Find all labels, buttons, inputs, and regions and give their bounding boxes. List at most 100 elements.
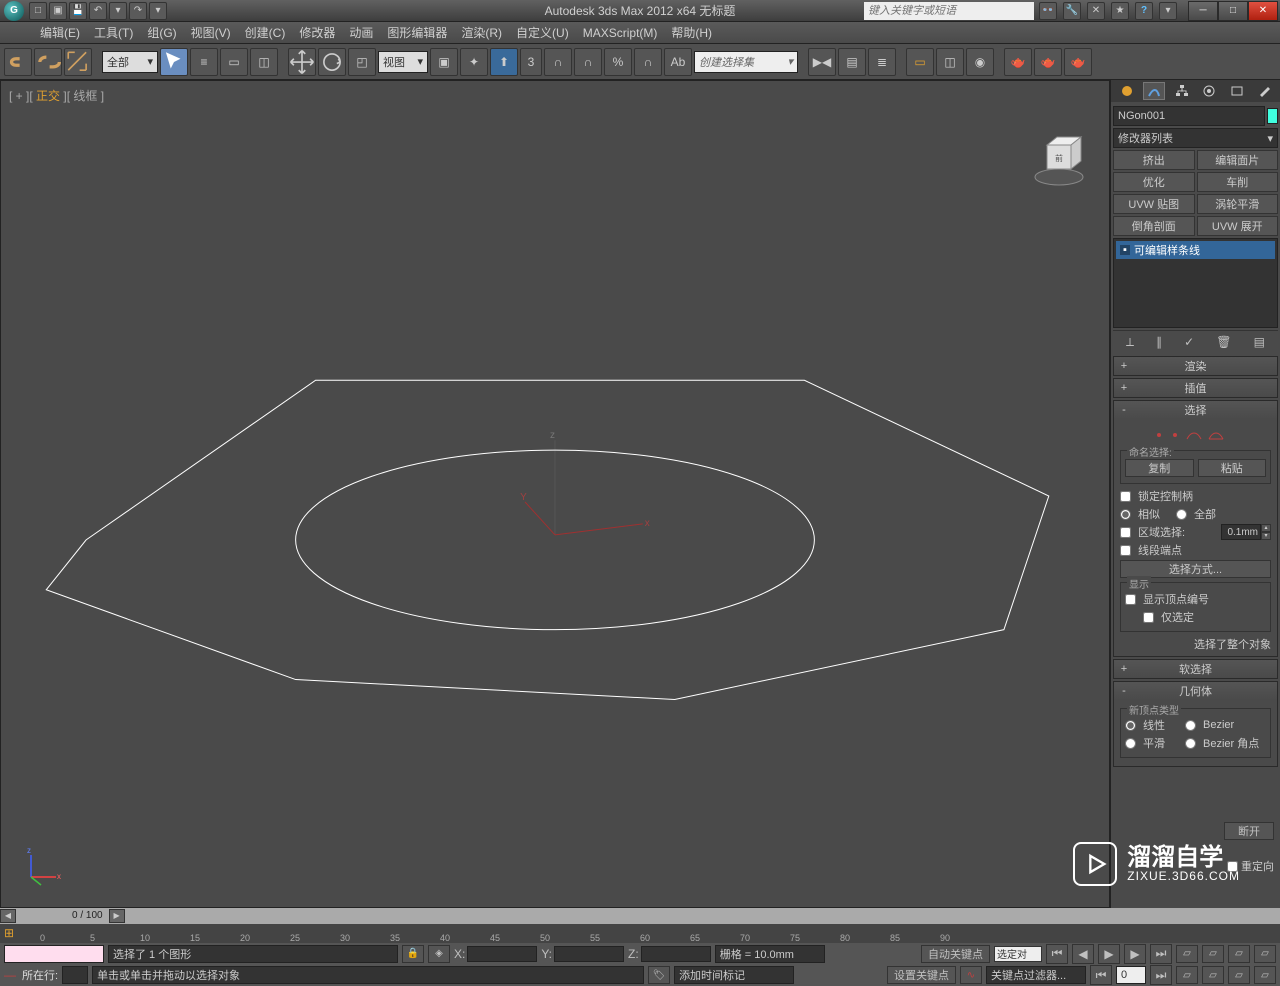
x-input[interactable] xyxy=(467,946,537,962)
open-icon[interactable]: ▣ xyxy=(49,2,67,20)
manipulate-icon[interactable]: ✦ xyxy=(460,48,488,76)
goto-end-icon[interactable]: ⏭ xyxy=(1150,944,1172,964)
binoculars-icon[interactable]: 👓 xyxy=(1039,2,1057,20)
link-icon[interactable] xyxy=(4,48,32,76)
menu-tools[interactable]: 工具(T) xyxy=(94,24,133,41)
mod-extrude[interactable]: 挤出 xyxy=(1113,150,1195,170)
close-button[interactable]: ✕ xyxy=(1248,1,1278,21)
prev-frame-icon[interactable]: ◀ xyxy=(1072,944,1094,964)
mod-editpatch[interactable]: 编辑面片 xyxy=(1197,150,1279,170)
nav-7-icon[interactable]: ▱ xyxy=(1228,966,1250,984)
add-time-marker[interactable]: 添加时间标记 xyxy=(674,966,794,984)
percent-snap-icon[interactable]: % xyxy=(604,48,632,76)
app-icon[interactable]: G xyxy=(4,1,24,21)
y-input[interactable] xyxy=(554,946,624,962)
script-listener[interactable] xyxy=(4,945,104,963)
maximize-button[interactable]: □ xyxy=(1218,1,1248,21)
menu-maxscript[interactable]: MAXScript(M) xyxy=(583,26,658,40)
smooth-radio[interactable] xyxy=(1125,738,1136,749)
only-sel-check[interactable] xyxy=(1143,612,1154,623)
menu-graph[interactable]: 图形编辑器 xyxy=(387,24,447,41)
lock-icon[interactable]: 🔒 xyxy=(402,945,424,963)
viewport[interactable]: [ + ][ 正交 ][ 线框 ] z x Y 前 zx xyxy=(0,80,1110,908)
select-icon[interactable] xyxy=(160,48,188,76)
mod-uvwmap[interactable]: UVW 贴图 xyxy=(1113,194,1195,214)
redo-icon[interactable]: ↷ xyxy=(129,2,147,20)
rect-select-icon[interactable]: ▭ xyxy=(220,48,248,76)
menu-help[interactable]: 帮助(H) xyxy=(671,24,712,41)
modifier-list-combo[interactable]: 修改器列表▾ xyxy=(1113,128,1278,148)
filter-combo[interactable]: 全部▾ xyxy=(102,51,158,73)
key-mode-icon[interactable]: ∿ xyxy=(960,966,982,984)
subobject-icons[interactable] xyxy=(1151,427,1241,443)
tab-motion-icon[interactable] xyxy=(1198,82,1220,100)
mirror-icon[interactable]: ▶◀ xyxy=(808,48,836,76)
modifier-stack[interactable]: ▪可编辑样条线 xyxy=(1113,238,1278,328)
mod-uvwunwrap[interactable]: UVW 展开 xyxy=(1197,216,1279,236)
menu-rendering[interactable]: 渲染(R) xyxy=(461,24,502,41)
select-by-name-icon[interactable]: ≡ xyxy=(190,48,218,76)
menu-create[interactable]: 创建(C) xyxy=(245,24,286,41)
menu-modifiers[interactable]: 修改器 xyxy=(299,24,335,41)
viewcube[interactable]: 前 xyxy=(1029,131,1089,191)
edit-named-selection-icon[interactable]: Ab xyxy=(664,48,692,76)
mod-lathe[interactable]: 车削 xyxy=(1197,172,1279,192)
break-button[interactable]: 断开 xyxy=(1224,822,1274,840)
nav-6-icon[interactable]: ▱ xyxy=(1202,966,1224,984)
show-vert-check[interactable] xyxy=(1125,594,1136,605)
timeline-config-icon[interactable]: ⊞ xyxy=(4,926,14,940)
key-tool-icon[interactable]: 🔧 xyxy=(1063,2,1081,20)
nav-5-icon[interactable]: ▱ xyxy=(1176,966,1198,984)
nav-8-icon[interactable]: ▱ xyxy=(1254,966,1276,984)
schematic-icon[interactable]: ◫ xyxy=(936,48,964,76)
help-icon[interactable]: ? xyxy=(1135,2,1153,20)
track-bar[interactable]: ◀ 0 / 100 ▶ xyxy=(0,908,1280,924)
pivot-icon[interactable]: ▣ xyxy=(430,48,458,76)
object-name-input[interactable] xyxy=(1113,106,1265,126)
menu-edit[interactable]: 编辑(E) xyxy=(40,24,80,41)
help-drop-icon[interactable]: ▾ xyxy=(1159,2,1177,20)
object-color-swatch[interactable] xyxy=(1267,108,1278,124)
spinner-snap-icon[interactable]: ∩ xyxy=(634,48,662,76)
snap-toggle-icon[interactable]: ⬆ xyxy=(490,48,518,76)
track-right-icon[interactable]: ▶ xyxy=(109,909,125,923)
render-icon[interactable]: 🫖 xyxy=(1064,48,1092,76)
selected-obj-combo[interactable]: 选定对 xyxy=(994,946,1042,962)
key-prev-icon[interactable]: ⏮ xyxy=(1090,965,1112,985)
star-icon[interactable]: ★ xyxy=(1111,2,1129,20)
area-check[interactable] xyxy=(1120,527,1131,538)
align-icon[interactable]: ▤ xyxy=(838,48,866,76)
segment-end-check[interactable] xyxy=(1120,545,1131,556)
search-input[interactable] xyxy=(864,2,1034,20)
show-end-icon[interactable]: ∥ xyxy=(1156,335,1162,350)
tab-hierarchy-icon[interactable] xyxy=(1171,82,1193,100)
exchange-icon[interactable]: ✕ xyxy=(1087,2,1105,20)
script-mini[interactable] xyxy=(62,966,88,984)
mod-chamfer[interactable]: 倒角剖面 xyxy=(1113,216,1195,236)
configure-icon[interactable]: ▤ xyxy=(1254,335,1265,350)
redo-drop-icon[interactable]: ▾ xyxy=(149,2,167,20)
remove-mod-icon[interactable]: 🗑 xyxy=(1216,335,1231,350)
next-frame-icon[interactable]: ▶ xyxy=(1124,944,1146,964)
angle-snap-icon[interactable]: 3 xyxy=(520,48,542,76)
refcoord-combo[interactable]: 视图▾ xyxy=(378,51,428,73)
play-icon[interactable]: ▶ xyxy=(1098,944,1120,964)
all-radio[interactable] xyxy=(1176,509,1187,520)
bezier-radio[interactable] xyxy=(1185,720,1196,731)
bezier-corner-radio[interactable] xyxy=(1185,738,1196,749)
material-icon[interactable]: ◉ xyxy=(966,48,994,76)
scale-icon[interactable]: ◰ xyxy=(348,48,376,76)
key-next-icon[interactable]: ⏭ xyxy=(1150,965,1172,985)
save-icon[interactable]: 💾 xyxy=(69,2,87,20)
nav-3-icon[interactable]: ▱ xyxy=(1228,945,1250,963)
auto-key-button[interactable]: 自动关键点 xyxy=(921,945,990,963)
mod-optimize[interactable]: 优化 xyxy=(1113,172,1195,192)
unlink-icon[interactable] xyxy=(34,48,62,76)
menu-customize[interactable]: 自定义(U) xyxy=(516,24,569,41)
minimize-button[interactable]: ─ xyxy=(1188,1,1218,21)
snap2-icon[interactable]: ∩ xyxy=(544,48,572,76)
menu-group[interactable]: 组(G) xyxy=(147,24,176,41)
current-frame[interactable]: 0 xyxy=(1116,966,1146,984)
key-filters[interactable]: 关键点过滤器... xyxy=(986,966,1086,984)
goto-start-icon[interactable]: ⏮ xyxy=(1046,944,1068,964)
